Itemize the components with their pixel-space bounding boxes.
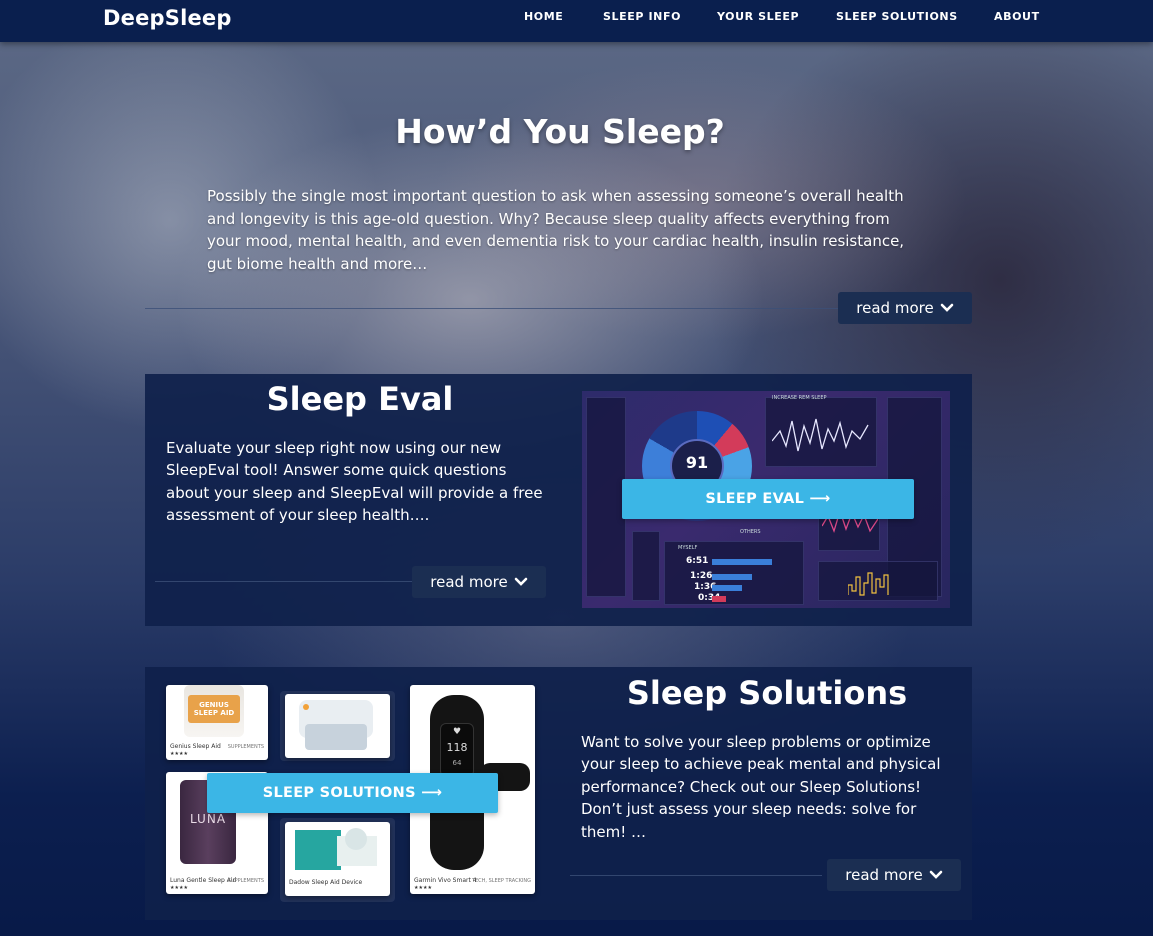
sleep-eval-divider [155, 581, 415, 582]
chevron-down-icon [929, 870, 943, 879]
read-more-label: read more [856, 299, 934, 317]
nav-link-your-sleep[interactable]: YOUR SLEEP [717, 10, 799, 23]
watch-heart-icon: ♥ [452, 727, 462, 737]
sleep-solutions-text: Want to solve your sleep problems or opt… [581, 733, 941, 841]
sleep-eval-read-more-button[interactable]: read more [412, 566, 546, 598]
hero-text: Possibly the single most important quest… [207, 187, 905, 273]
nav-link-about[interactable]: ABOUT [994, 10, 1040, 23]
product-name: Dadow Sleep Aid Device [289, 879, 363, 886]
nav-link-home[interactable]: HOME [524, 10, 563, 23]
product-name: Garmin Vivo Smart 4 [414, 877, 477, 884]
product-name: Luna Gentle Sleep Aid [170, 877, 237, 884]
sleep-score-value: 91 [685, 453, 709, 472]
dash-label-rem: INCREASE REM SLEEP [772, 395, 827, 401]
watch-subvalue: 64 [452, 759, 462, 767]
sleep-solutions-title: Sleep Solutions [626, 674, 908, 712]
hero-title: How’d You Sleep? [395, 112, 725, 151]
product-tag: SUPPLEMENTS [227, 878, 264, 884]
sleep-solutions-cta-button[interactable]: SLEEP SOLUTIONS ⟶ [207, 773, 498, 813]
genius-brand-text: GENIUS SLEEP AID [193, 701, 235, 717]
rating-stars-icon: ★★★★ [170, 885, 188, 891]
product-card-dadow-device[interactable] [285, 694, 390, 758]
hero-read-more-button[interactable]: read more [838, 292, 972, 324]
product-card-dadow-sleep-aid[interactable]: Dadow Sleep Aid Device [285, 822, 390, 896]
rating-stars-icon: ★★★★ [170, 751, 188, 757]
product-tag: SUPPLEMENTS [227, 744, 264, 750]
dash-time-rem: 1:26 [690, 571, 713, 581]
luna-brand-text: LUNA [189, 812, 227, 826]
sleep-eval-cta-button[interactable]: SLEEP EVAL ⟶ [622, 479, 914, 519]
nav-link-sleep-info[interactable]: SLEEP INFO [603, 10, 681, 23]
watch-value: 118 [446, 741, 468, 754]
hero-divider [145, 308, 840, 309]
chevron-down-icon [514, 577, 528, 586]
dash-time-total: 6:51 [686, 556, 709, 566]
top-navbar: DeepSleep HOME SLEEP INFO YOUR SLEEP SLE… [0, 0, 1153, 42]
product-name: Genius Sleep Aid [170, 743, 221, 750]
product-card-genius-sleep-aid[interactable]: GENIUS SLEEP AID Genius Sleep Aid SUPPLE… [166, 685, 268, 760]
sleep-solutions-divider [570, 875, 822, 876]
nav-link-sleep-solutions[interactable]: SLEEP SOLUTIONS [836, 10, 958, 23]
rem-wave-chart [772, 418, 869, 452]
dash-label-others: OTHERS [740, 529, 761, 535]
rating-stars-icon: ★★★★ [414, 885, 432, 891]
sleep-eval-text: Evaluate your sleep right now using our … [166, 439, 543, 525]
brand-logo[interactable]: DeepSleep [103, 6, 232, 30]
product-tag: TECH, SLEEP TRACKING [471, 878, 531, 884]
sleep-eval-title: Sleep Eval [266, 380, 454, 418]
read-more-label: read more [845, 866, 923, 884]
read-more-label: read more [430, 573, 508, 591]
chevron-down-icon [940, 303, 954, 312]
sleep-solutions-read-more-button[interactable]: read more [827, 859, 961, 891]
dash-label-myself: MYSELF [678, 545, 698, 551]
